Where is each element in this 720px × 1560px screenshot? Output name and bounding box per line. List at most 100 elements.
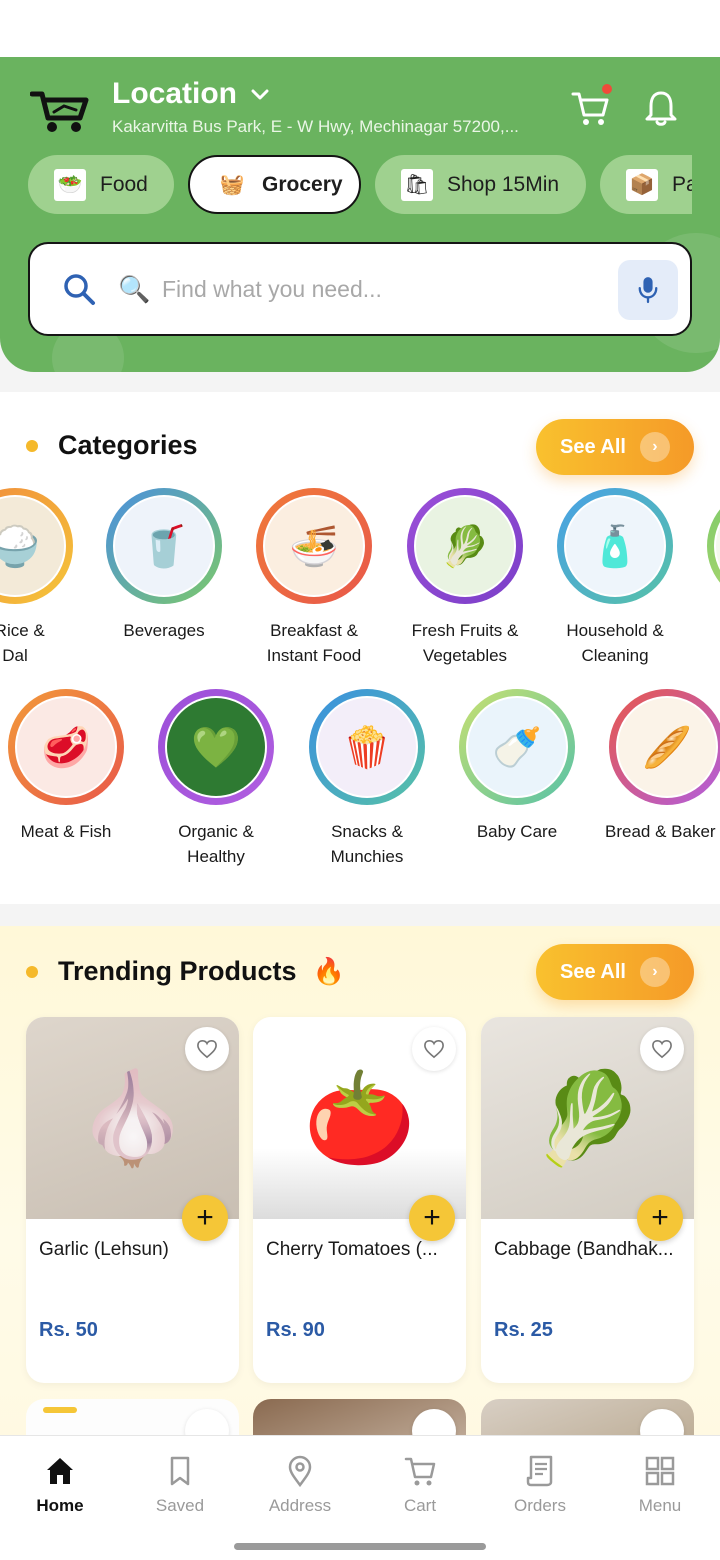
- category-label: Meat & Fish: [20, 822, 112, 841]
- product-name: Cherry Tomatoes (...: [266, 1239, 438, 1260]
- heart-icon: [197, 1039, 217, 1059]
- see-all-label: See All: [560, 960, 626, 983]
- product-card-garlic[interactable]: 🧄 + Garlic (Lehsun) Rs. 50: [26, 1017, 239, 1383]
- bread-icon: 🥖: [618, 698, 716, 796]
- nav-label: Saved: [155, 1496, 205, 1515]
- baby-icon: 🍼: [468, 698, 566, 796]
- product-card-cabbage[interactable]: 🥬 + Cabbage (Bandhak... Rs. 25: [481, 1017, 694, 1383]
- favorite-button[interactable]: [185, 1027, 229, 1071]
- meat-icon: 🥩: [17, 698, 115, 796]
- noodles-icon: 🍜: [265, 497, 363, 595]
- category-snacks[interactable]: 🍿 Snacks & Munchies: [292, 689, 442, 869]
- bookmark-icon: [170, 1456, 190, 1486]
- nav-label: Cart: [403, 1496, 437, 1515]
- snacks-icon: 🍿: [318, 698, 416, 796]
- add-to-cart-button[interactable]: +: [409, 1195, 455, 1241]
- location-title: Location: [112, 77, 237, 110]
- category-organic[interactable]: 💚 Organic & Healthy: [141, 689, 291, 869]
- category-breakfast[interactable]: 🍜 Breakfast & Instant Food: [239, 488, 389, 668]
- receipt-icon: [526, 1455, 553, 1487]
- product-name: Garlic (Lehsun): [39, 1239, 169, 1260]
- nav-label: Menu: [638, 1496, 682, 1515]
- add-to-cart-button[interactable]: +: [182, 1195, 228, 1241]
- chip-label: Grocery: [262, 172, 343, 196]
- nav-label: Address: [268, 1496, 332, 1515]
- categories-title: Categories: [58, 430, 198, 460]
- voice-search-button[interactable]: [618, 260, 678, 320]
- product-price: Rs. 50: [39, 1319, 98, 1341]
- see-all-label: See All: [560, 435, 626, 458]
- category-label: Fresh Fruits & Vegetables: [411, 621, 519, 665]
- product-card-cherry-tomatoes[interactable]: 🍅 + Cherry Tomatoes (... Rs. 90: [253, 1017, 466, 1383]
- nav-cart[interactable]: Cart: [360, 1454, 480, 1516]
- vegetables-icon: 🥬: [416, 497, 514, 595]
- grid-icon: [645, 1456, 675, 1486]
- location-pin-icon: [288, 1455, 312, 1488]
- category-label: , Rice & Dal: [0, 621, 45, 665]
- nav-saved[interactable]: Saved: [120, 1454, 240, 1516]
- notifications-button[interactable]: [642, 88, 680, 128]
- cart-icon: [404, 1457, 436, 1486]
- chip-food[interactable]: 🥗 Food: [28, 155, 174, 214]
- nav-address[interactable]: Address: [240, 1454, 360, 1516]
- chip-grocery[interactable]: 🧺 Grocery: [188, 155, 361, 214]
- category-label: Baby Care: [476, 822, 558, 841]
- category-baby-care[interactable]: 🍼 Baby Care: [442, 689, 592, 844]
- category-bread-bakery[interactable]: 🥖 Bread & Baker: [592, 689, 720, 844]
- bullet-dot: [26, 965, 38, 978]
- cart-logo-icon: [30, 91, 89, 132]
- category-partial[interactable]: 🧃 C: [690, 488, 720, 643]
- add-to-cart-button[interactable]: +: [637, 1195, 683, 1241]
- favorite-button[interactable]: [640, 1027, 684, 1071]
- organic-icon: 💚: [167, 698, 265, 796]
- category-label: Organic & Healthy: [178, 822, 254, 866]
- categories-see-all-button[interactable]: See All ›: [536, 419, 694, 475]
- category-meat-fish[interactable]: 🥩 Meat & Fish: [0, 689, 141, 844]
- category-label: Beverages: [123, 621, 205, 640]
- search-input[interactable]: [162, 266, 602, 312]
- app-screen: Location Kakarvitta Bus Park, E - W Hwy,…: [0, 0, 720, 1560]
- category-rice-dal[interactable]: 🍚 , Rice & Dal: [0, 488, 90, 668]
- home-icon: [47, 1458, 73, 1484]
- nav-orders[interactable]: Orders: [480, 1454, 600, 1516]
- search-emoji-icon: 🔍: [118, 274, 151, 304]
- categories-row-1: 🍚 , Rice & Dal 🥤 Beverages 🍜 Breakfast &…: [0, 488, 720, 678]
- nav-home[interactable]: Home: [0, 1454, 120, 1516]
- cleaning-icon: 🧴: [566, 497, 664, 595]
- chip-parcel[interactable]: 📦 Pa: [600, 155, 692, 214]
- favorite-button[interactable]: [412, 1027, 456, 1071]
- category-label: Bread & Baker: [605, 822, 716, 841]
- category-label: Snacks & Munchies: [330, 822, 404, 866]
- chip-shop-15min[interactable]: 🛍 Shop 15Min: [375, 155, 586, 214]
- chip-label: Food: [100, 172, 148, 196]
- category-beverages[interactable]: 🥤 Beverages: [89, 488, 239, 643]
- nav-menu[interactable]: Menu: [600, 1454, 720, 1516]
- product-price: Rs. 25: [494, 1319, 553, 1341]
- bullet-dot: [26, 439, 38, 452]
- header-cart-button[interactable]: [570, 84, 612, 128]
- gesture-home-bar[interactable]: [234, 1543, 486, 1550]
- chevron-down-icon: [251, 89, 269, 100]
- badge-strip: [43, 1407, 77, 1413]
- categories-row-2: 🥩 Meat & Fish 💚 Organic & Healthy 🍿 Snac…: [0, 689, 720, 879]
- cart-notification-dot: [602, 84, 612, 94]
- trending-title: Trending Products: [58, 956, 297, 986]
- grocery-thumb-icon: 🧺: [216, 168, 248, 201]
- category-household[interactable]: 🧴 Household & Cleaning: [540, 488, 690, 668]
- search-icon: [64, 274, 95, 305]
- nav-label: Home: [36, 1496, 84, 1515]
- beverage-icon: 🥤: [115, 497, 213, 595]
- chevron-right-icon: ›: [639, 432, 670, 462]
- category-label: Household & Cleaning: [566, 621, 664, 665]
- categories-header: Categories: [26, 430, 198, 461]
- product-name: Cabbage (Bandhak...: [494, 1239, 674, 1260]
- trending-see-all-button[interactable]: See All ›: [536, 944, 694, 1000]
- nav-label: Orders: [514, 1496, 566, 1515]
- search-bar[interactable]: 🔍: [28, 242, 692, 336]
- category-fruits-vegetables[interactable]: 🥬 Fresh Fruits & Vegetables: [390, 488, 540, 668]
- food-thumb-icon: 🥗: [54, 168, 86, 201]
- location-address[interactable]: Kakarvitta Bus Park, E - W Hwy, Mechinag…: [112, 117, 564, 137]
- location-selector[interactable]: Location: [112, 77, 271, 111]
- microphone-icon: [638, 277, 658, 304]
- parcel-thumb-icon: 📦: [626, 168, 658, 201]
